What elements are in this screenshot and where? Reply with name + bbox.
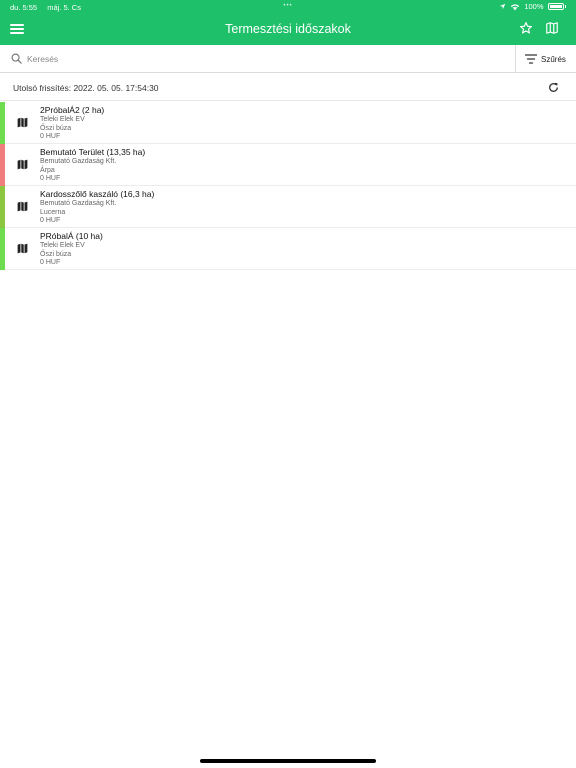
- item-amount: 0 HUF: [40, 133, 61, 140]
- map-icon: [546, 22, 558, 34]
- page-title: Termesztési időszakok: [225, 22, 351, 36]
- map-view-button[interactable]: [545, 21, 561, 37]
- item-amount: 0 HUF: [40, 217, 61, 224]
- star-icon: [519, 22, 533, 34]
- list-item[interactable]: 2PróbalÁ2 (2 ha) Teleki Elek EV Őszi búz…: [0, 102, 576, 144]
- list-item[interactable]: PRóbalÁ (10 ha) Teleki Elek EV Őszi búza…: [0, 228, 576, 270]
- search-icon: [11, 53, 22, 64]
- status-time-date: du. 5:55 máj. 5. Cs: [10, 3, 89, 12]
- battery-percent: 100%: [524, 2, 544, 11]
- item-owner: Teleki Elek EV: [40, 116, 85, 123]
- status-color-bar: [0, 102, 5, 144]
- map-icon: [17, 117, 28, 128]
- status-color-bar: [0, 228, 5, 270]
- app-header: du. 5:55 máj. 5. Cs ••• 100% Termesztési…: [0, 0, 576, 45]
- item-owner: Bemutató Gazdaság Kft.: [40, 200, 117, 207]
- map-icon: [17, 201, 28, 212]
- item-crop: Árpa: [40, 166, 55, 174]
- item-amount: 0 HUF: [40, 175, 61, 182]
- item-owner: Teleki Elek EV: [40, 242, 85, 249]
- item-title: PRóbalÁ (10 ha): [40, 231, 103, 241]
- filter-button[interactable]: Szűrés: [520, 45, 576, 73]
- item-owner: Bemutató Gazdaság Kft.: [40, 158, 117, 165]
- search-input[interactable]: [27, 50, 507, 68]
- item-title: Bemutató Terület (13,35 ha): [40, 147, 146, 157]
- wifi-icon: [511, 3, 520, 10]
- map-icon: [17, 243, 28, 254]
- item-amount: 0 HUF: [40, 259, 61, 266]
- last-refresh-text: Utolsó frissítés: 2022. 05. 05. 17:54:30: [13, 83, 159, 93]
- home-indicator[interactable]: [200, 759, 376, 763]
- map-icon: [17, 159, 28, 170]
- item-crop: Őszi búza: [40, 124, 72, 132]
- favorite-button[interactable]: [519, 21, 535, 37]
- status-date: máj. 5. Cs: [47, 3, 81, 12]
- item-title: 2PróbalÁ2 (2 ha): [40, 105, 105, 115]
- status-indicators: 100%: [499, 2, 566, 11]
- item-title: Kardosszőlő kaszáló (16,3 ha): [40, 189, 155, 199]
- item-crop: Lucerna: [40, 208, 66, 216]
- filter-icon: [525, 54, 537, 64]
- refresh-row: Utolsó frissítés: 2022. 05. 05. 17:54:30: [0, 73, 576, 101]
- battery-icon: [547, 3, 564, 10]
- search-filter-divider: [515, 45, 516, 73]
- status-bar: du. 5:55 máj. 5. Cs ••• 100%: [0, 0, 576, 14]
- location-icon: [500, 3, 506, 10]
- toolbar: Termesztési időszakok: [0, 14, 576, 45]
- status-color-bar: [0, 144, 5, 186]
- status-color-bar: [0, 186, 5, 228]
- item-crop: Őszi búza: [40, 250, 72, 258]
- multitasking-dots[interactable]: •••: [283, 3, 292, 9]
- filter-label: Szűrés: [541, 54, 566, 64]
- season-list: 2PróbalÁ2 (2 ha) Teleki Elek EV Őszi búz…: [0, 102, 576, 270]
- refresh-icon: [549, 82, 558, 92]
- list-item[interactable]: Kardosszőlő kaszáló (16,3 ha) Bemutató G…: [0, 186, 576, 228]
- status-time: du. 5:55: [10, 3, 38, 12]
- search-bar: Szűrés: [0, 45, 576, 73]
- list-item[interactable]: Bemutató Terület (13,35 ha) Bemutató Gaz…: [0, 144, 576, 186]
- refresh-button[interactable]: [547, 81, 560, 94]
